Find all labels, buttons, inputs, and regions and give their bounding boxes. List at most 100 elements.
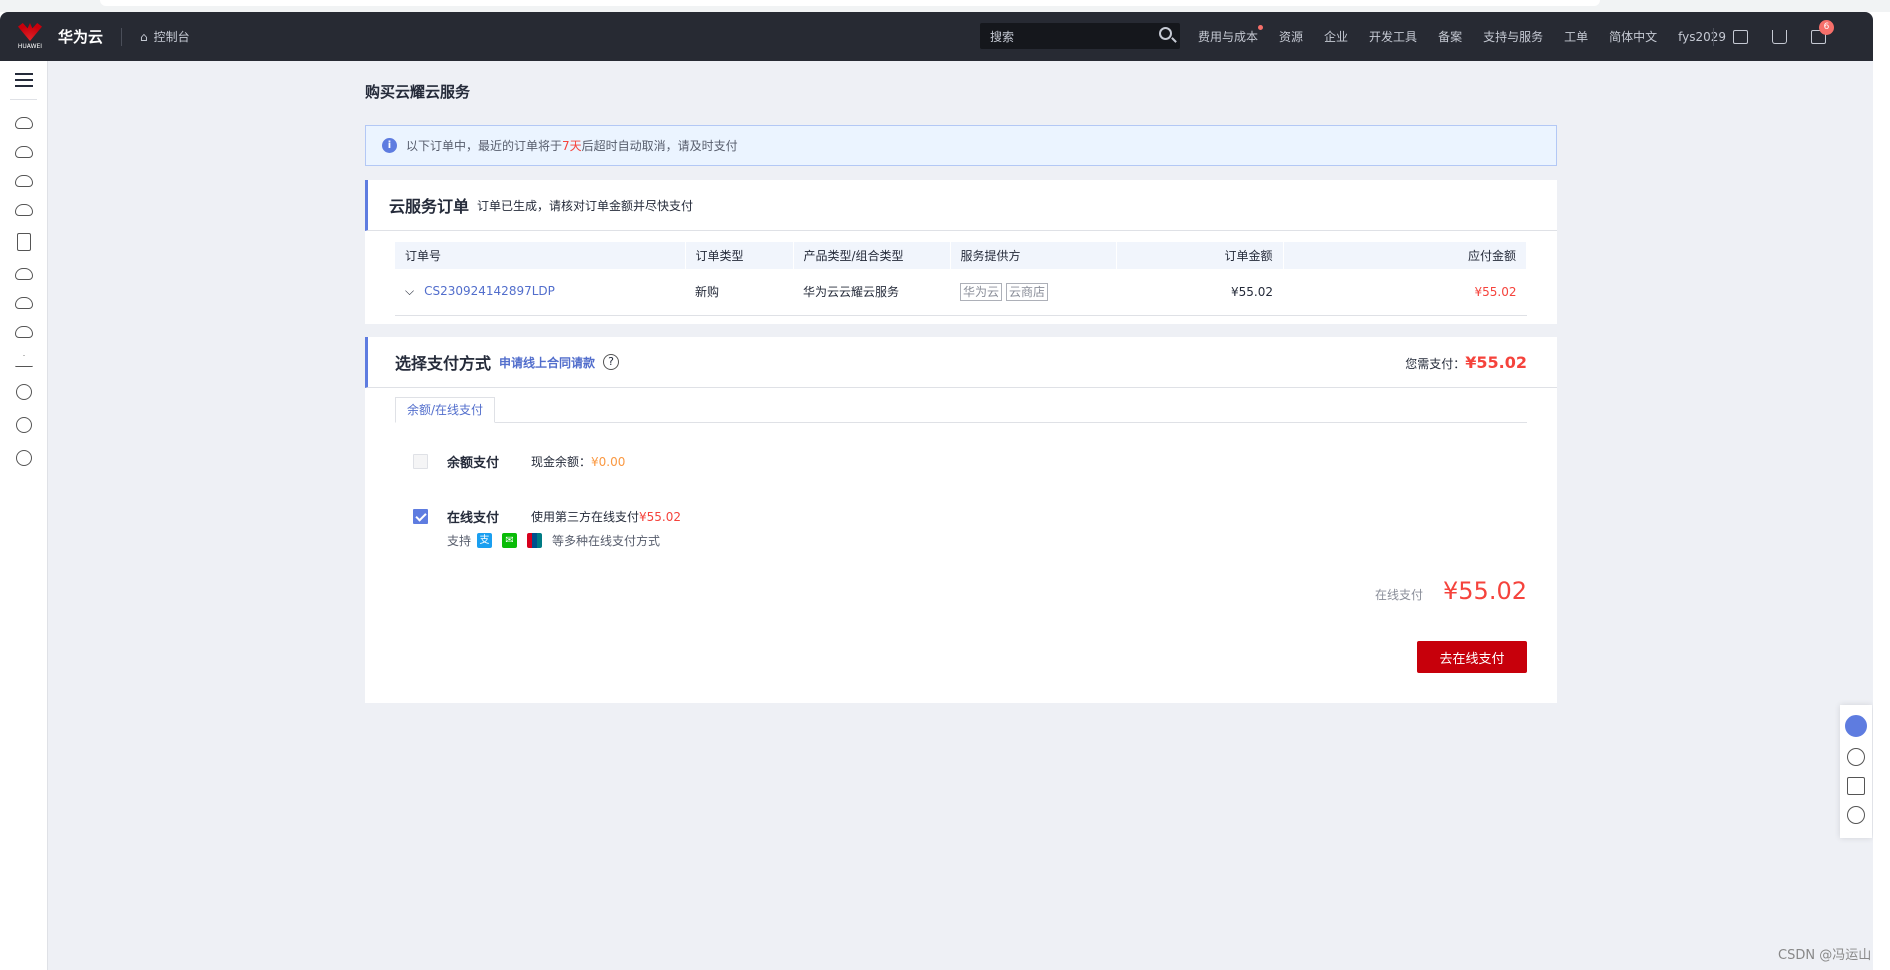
product-type: 华为云云耀云服务 <box>793 269 950 316</box>
cluster-icon[interactable] <box>16 417 32 433</box>
customer-service-icon[interactable] <box>1845 715 1867 737</box>
cloud-server-icon[interactable] <box>15 117 33 129</box>
divider <box>121 27 123 46</box>
home-icon: ⌂ <box>140 29 148 44</box>
balance-checkbox[interactable] <box>413 454 428 469</box>
total-amount: ¥55.02 <box>1443 577 1527 605</box>
search-input[interactable]: 搜索 <box>980 23 1180 49</box>
online-checkbox[interactable] <box>413 509 428 524</box>
payable-amount: ¥55.02 <box>1283 269 1527 316</box>
chevron-down-icon[interactable]: ⌵ <box>405 284 414 298</box>
table-header: 订单号 订单类型 产品类型/组合类型 服务提供方 订单金额 应付金额 <box>395 242 1527 269</box>
alert-text: 以下订单中，最近的订单将于 <box>406 139 563 153</box>
wechat-pay-icon: ✉ <box>502 533 518 548</box>
payment-card: 选择支付方式 申请线上合同请款? 您需支付： ¥55.02 余额/在线支付 余额支付… <box>365 337 1557 703</box>
online-value: ¥55.02 <box>639 509 682 524</box>
nav-cost[interactable]: 费用与成本 <box>1198 25 1264 45</box>
terminal-icon[interactable] <box>1733 29 1748 44</box>
order-amount: ¥55.02 <box>1116 269 1283 316</box>
cloud-more-icon[interactable] <box>15 146 33 158</box>
browser-top-strip <box>0 0 1890 12</box>
message-icon[interactable]: 6 <box>1811 19 1834 44</box>
nav-devtools[interactable]: 开发工具 <box>1369 28 1417 45</box>
tab-divider <box>395 422 1527 423</box>
order-card-title: 云服务订单 <box>389 197 470 216</box>
nav-ticket[interactable]: 工单 <box>1564 28 1588 45</box>
browser-sidebar <box>1873 12 1890 970</box>
huawei-logo[interactable]: HUAWEI <box>6 23 54 50</box>
support-prefix: 支持 <box>447 534 472 548</box>
order-card: 云服务订单 订单已生成，请核对订单金额并尽快支付 订单号 订单类型 产品类型/组合… <box>365 180 1557 324</box>
col-order-type: 订单类型 <box>685 242 794 269</box>
network-icon[interactable] <box>15 204 33 216</box>
sidebar-divider <box>10 99 37 100</box>
menu-icon[interactable] <box>15 73 33 87</box>
nav-user[interactable]: fys2029 <box>1678 30 1726 44</box>
page-title: 购买云耀云服务 <box>365 83 471 101</box>
total-label: 在线支付 <box>1375 588 1424 602</box>
online-label: 在线支付 <box>447 511 500 526</box>
provider-tag: 华为云 <box>960 283 1003 302</box>
pyramid-icon[interactable] <box>15 355 33 367</box>
watermark: CSDN @冯运山 <box>1778 948 1872 963</box>
nav-support[interactable]: 支持与服务 <box>1483 28 1543 45</box>
col-payable: 应付金额 <box>1283 242 1527 269</box>
nav-resources[interactable]: 资源 <box>1279 28 1303 45</box>
online-desc: 使用第三方在线支付 <box>531 510 640 524</box>
balance-desc: 现金余额： <box>531 455 592 469</box>
alert-text-suffix: 后超时自动取消，请及时支付 <box>581 139 738 153</box>
console-link[interactable]: ⌂ 控制台 <box>140 28 190 45</box>
info-icon: i <box>382 138 397 153</box>
page: HUAWEI 华为云 ⌂ 控制台 搜索 费用与成本 资源 企业 开发工具 备案 支… <box>0 12 1873 970</box>
cloud-speed-icon[interactable] <box>15 326 33 338</box>
logo-text: HUAWEI <box>17 43 43 50</box>
contract-link[interactable]: 申请线上合同请款 <box>499 354 595 371</box>
header-tools: 6 <box>1713 12 1834 61</box>
pay-online-button[interactable]: 去在线支付 <box>1417 641 1527 673</box>
smile-icon[interactable] <box>1847 806 1865 824</box>
brand-name[interactable]: 华为云 <box>58 26 103 47</box>
nav-filing[interactable]: 备案 <box>1438 28 1462 45</box>
globe-icon[interactable] <box>16 450 32 466</box>
timeout-alert: i 以下订单中，最近的订单将于 7天 后超时自动取消，请及时支付 <box>365 125 1557 166</box>
search-placeholder: 搜索 <box>990 30 1015 44</box>
balance-value: ¥0.00 <box>591 454 626 469</box>
nav-enterprise[interactable]: 企业 <box>1324 28 1348 45</box>
col-order-no: 订单号 <box>395 242 686 269</box>
total-line: 在线支付 ¥55.02 <box>1375 577 1527 605</box>
help-icon[interactable] <box>1847 748 1865 766</box>
online-pay-option[interactable]: 在线支付 使用第三方在线支付 ¥55.02 <box>413 507 681 526</box>
balance-pay-option[interactable]: 余额支付 现金余额： ¥0.00 <box>413 452 625 471</box>
mobile-cloud-icon[interactable] <box>17 233 31 251</box>
table-row: ⌵ CS230924142897LDP 新购 华为云云耀云服务 华为云 云商店 ¥5… <box>395 269 1527 316</box>
order-type: 新购 <box>685 269 793 316</box>
alipay-icon: 支 <box>477 533 493 548</box>
order-number-link[interactable]: CS230924142897LDP <box>424 284 555 298</box>
console-label: 控制台 <box>153 30 190 44</box>
support-methods: 支持 支 ✉ 等多种在线支付方式 <box>447 532 660 549</box>
cart-icon[interactable] <box>1772 29 1787 44</box>
cloud-disk-icon[interactable] <box>15 175 33 187</box>
message-badge: 6 <box>1819 19 1834 35</box>
search-icon[interactable] <box>1159 27 1172 40</box>
feedback-icon[interactable] <box>1847 777 1865 795</box>
cloud-upload-icon[interactable] <box>15 297 33 309</box>
sidebar <box>0 61 48 970</box>
order-card-subtitle: 订单已生成，请核对订单金额并尽快支付 <box>477 198 694 213</box>
order-table: 订单号 订单类型 产品类型/组合类型 服务提供方 订单金额 应付金额 ⌵ CS23… <box>395 242 1527 316</box>
need-pay-amount: ¥55.02 <box>1465 352 1527 372</box>
top-header: HUAWEI 华为云 ⌂ 控制台 搜索 费用与成本 资源 企业 开发工具 备案 支… <box>0 12 1873 61</box>
top-nav: 费用与成本 资源 企业 开发工具 备案 支持与服务 工单 简体中文 fys202… <box>1198 12 1747 61</box>
floating-toolbar <box>1840 705 1872 838</box>
tab-balance-online[interactable]: 余额/在线支付 <box>395 397 495 423</box>
col-product-type: 产品类型/组合类型 <box>793 242 951 269</box>
support-suffix: 等多种在线支付方式 <box>552 534 661 548</box>
need-pay-label: 您需支付： <box>1405 356 1466 371</box>
nav-language[interactable]: 简体中文 <box>1609 28 1657 45</box>
payment-title: 选择支付方式 <box>395 354 492 373</box>
ip-icon[interactable] <box>16 384 32 400</box>
alert-days: 7天 <box>562 139 582 153</box>
help-icon[interactable]: ? <box>603 354 620 370</box>
col-provider: 服务提供方 <box>950 242 1117 269</box>
cloud-icon[interactable] <box>15 268 33 280</box>
